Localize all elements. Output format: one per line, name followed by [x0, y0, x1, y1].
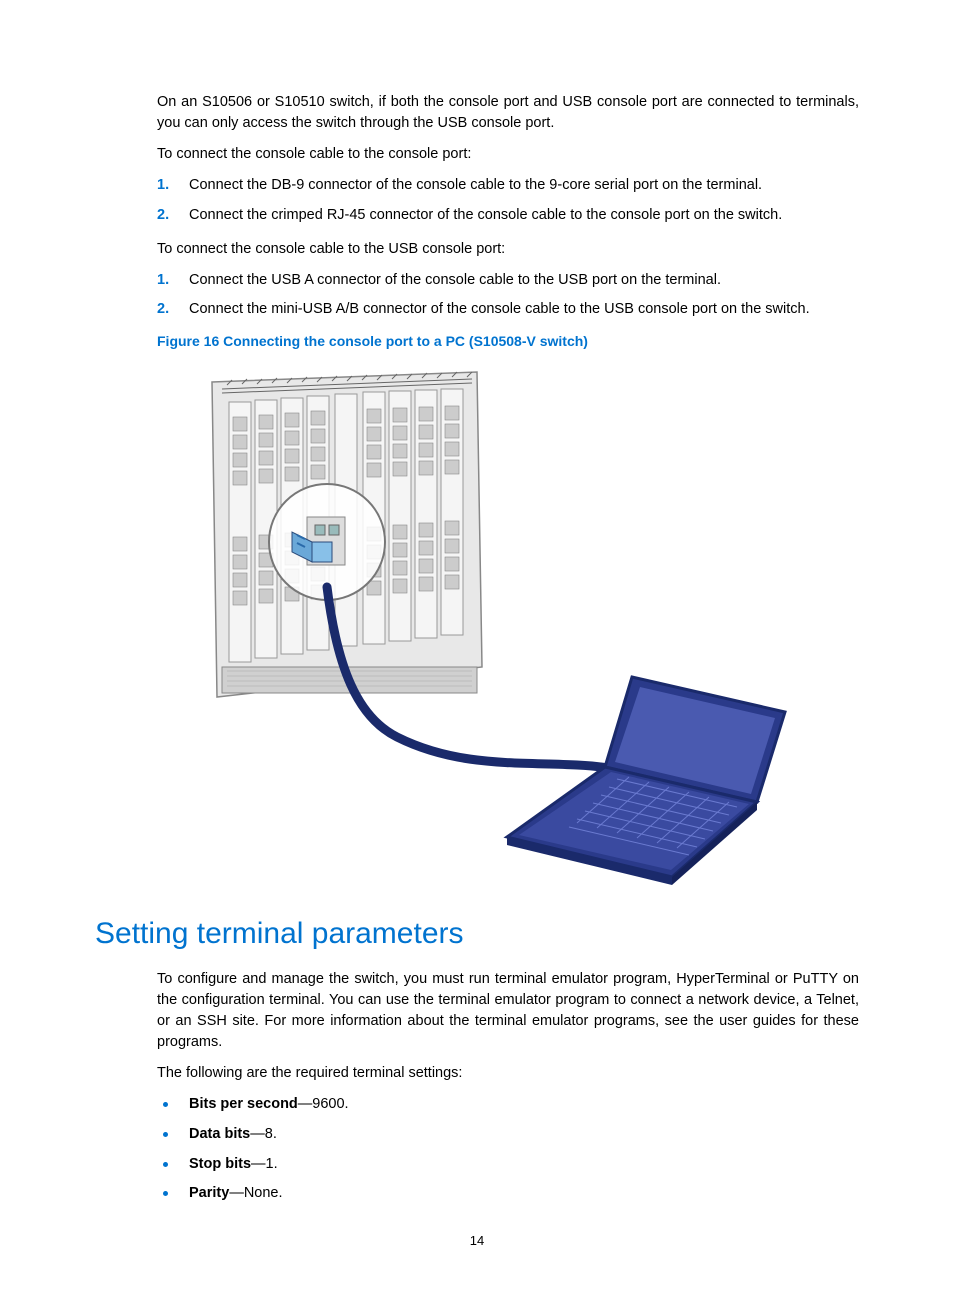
setting-label: Parity [189, 1185, 229, 1201]
step-number: 2. [157, 299, 169, 321]
page-number: 14 [0, 1233, 954, 1248]
step-2: 2. Connect the crimped RJ-45 connector of… [157, 205, 859, 227]
setting-stop-bits: Stop bits—1. [157, 1154, 859, 1176]
laptop-icon [507, 677, 785, 885]
step-1: 1. Connect the DB-9 connector of the cons… [157, 175, 859, 197]
settings-lead: The following are the required terminal … [157, 1063, 859, 1084]
steps-console-port: 1. Connect the DB-9 connector of the cons… [157, 175, 859, 227]
setting-bits-per-second: Bits per second—9600. [157, 1094, 859, 1116]
step-number: 2. [157, 205, 169, 227]
step-text: Connect the USB A connector of the conso… [189, 272, 721, 288]
setting-label: Stop bits [189, 1156, 251, 1172]
setting-label: Data bits [189, 1126, 250, 1142]
steps-usb-console-port: 1. Connect the USB A connector of the con… [157, 270, 859, 322]
figure-16-illustration [177, 367, 817, 887]
step-number: 1. [157, 270, 169, 292]
setting-value: —1. [251, 1156, 278, 1172]
terminal-settings-list: Bits per second—9600. Data bits—8. Stop … [157, 1094, 859, 1205]
switch-chassis-icon [212, 372, 482, 697]
setting-value: —9600. [298, 1096, 349, 1112]
section-heading-setting-terminal-parameters: Setting terminal parameters [95, 917, 859, 951]
setting-value: —None. [229, 1185, 282, 1201]
step-text: Connect the DB-9 connector of the consol… [189, 177, 762, 193]
step-2: 2. Connect the mini-USB A/B connector of … [157, 299, 859, 321]
setting-parity: Parity—None. [157, 1183, 859, 1205]
figure-caption: Figure 16 Connecting the console port to… [157, 333, 859, 349]
step-text: Connect the mini-USB A/B connector of th… [189, 301, 810, 317]
intro-paragraph: On an S10506 or S10510 switch, if both t… [157, 92, 859, 134]
lead-usb-console-port: To connect the console cable to the USB … [157, 239, 859, 260]
setting-label: Bits per second [189, 1096, 298, 1112]
step-number: 1. [157, 175, 169, 197]
step-1: 1. Connect the USB A connector of the con… [157, 270, 859, 292]
step-text: Connect the crimped RJ-45 connector of t… [189, 207, 782, 223]
terminal-para: To configure and manage the switch, you … [157, 969, 859, 1053]
lead-console-port: To connect the console cable to the cons… [157, 144, 859, 165]
setting-value: —8. [250, 1126, 277, 1142]
setting-data-bits: Data bits—8. [157, 1124, 859, 1146]
